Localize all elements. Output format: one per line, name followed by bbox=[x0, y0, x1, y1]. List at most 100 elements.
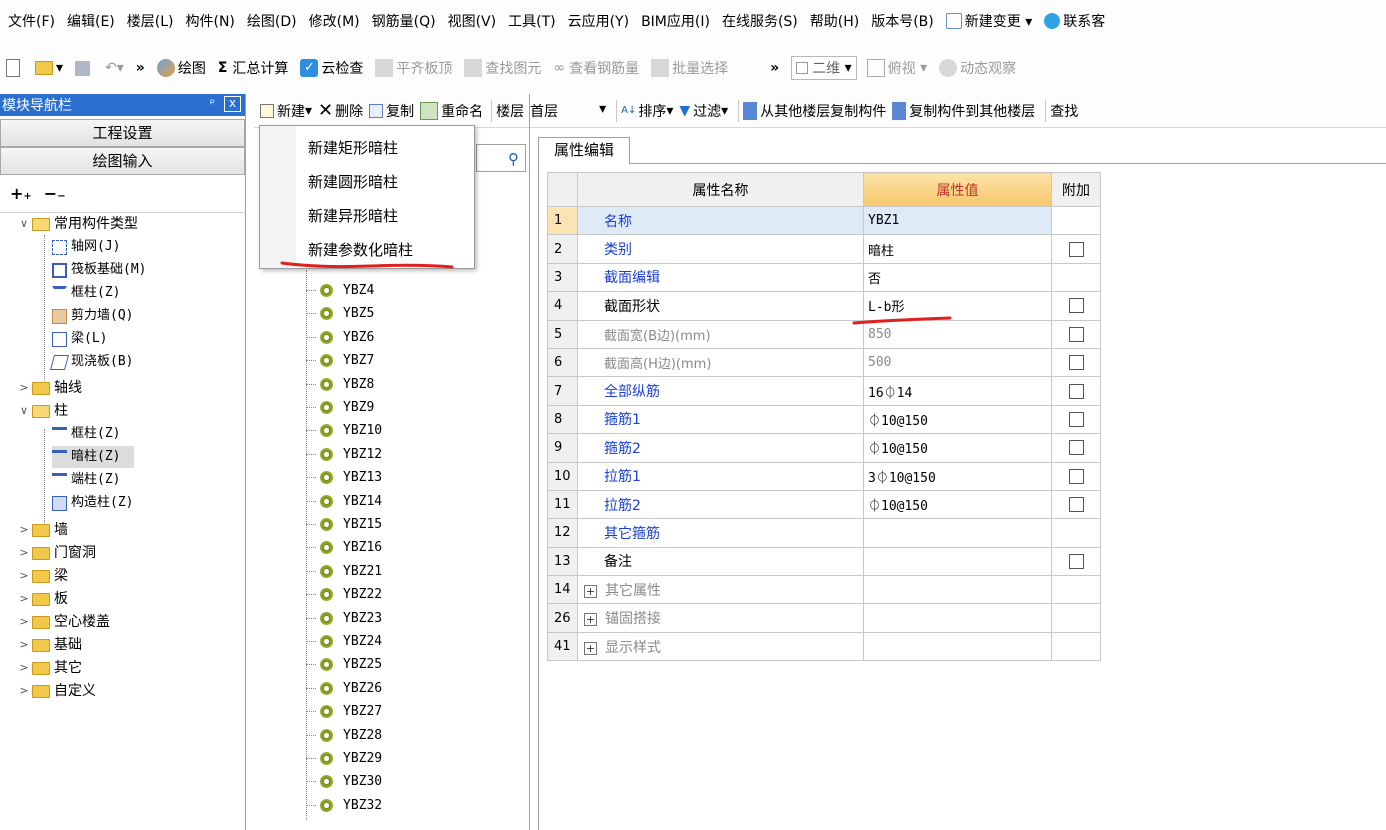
filter-button[interactable]: ▼ 过滤 ▾ bbox=[679, 101, 728, 121]
search-icon[interactable]: ⚲ bbox=[508, 150, 519, 168]
chevron-right-icon[interactable]: > bbox=[16, 377, 32, 399]
menu-cloud[interactable]: 云应用(Y) bbox=[568, 11, 629, 31]
new-file-button[interactable] bbox=[6, 59, 23, 77]
chevron-right-icon[interactable]: > bbox=[16, 611, 32, 633]
chevron-right-icon[interactable]: > bbox=[16, 634, 32, 656]
contact-menu[interactable]: 联系客 bbox=[1044, 11, 1105, 31]
chevron-right-icon[interactable]: > bbox=[16, 680, 32, 702]
extra-checkbox[interactable] bbox=[1068, 440, 1084, 456]
project-settings-button[interactable]: 工程设置 bbox=[0, 119, 245, 147]
property-row[interactable]: 11 拉筋2 ⏀10@150 bbox=[547, 489, 1101, 520]
tree-node-shear-wall[interactable]: 剪力墙(Q) bbox=[52, 305, 133, 327]
component-list-item[interactable]: YBZ8 bbox=[306, 373, 374, 396]
sort-button[interactable]: A↓ 排序 ▾ bbox=[621, 101, 673, 121]
component-search-input[interactable]: ⚲ bbox=[476, 144, 526, 172]
property-value-cell[interactable] bbox=[863, 631, 1052, 662]
component-list-item[interactable]: YBZ16 bbox=[306, 536, 382, 559]
save-button[interactable] bbox=[75, 60, 93, 76]
extra-checkbox[interactable] bbox=[1068, 383, 1084, 399]
component-list-item[interactable]: YBZ4 bbox=[306, 279, 374, 302]
component-list-item[interactable]: YBZ14 bbox=[306, 490, 382, 513]
property-row[interactable]: 14 + 其它属性 bbox=[547, 575, 1101, 605]
view-rebar-button[interactable]: ∞ 查看钢筋量 bbox=[553, 58, 639, 78]
tree-node-door-window[interactable]: > 门窗洞 bbox=[16, 542, 96, 564]
component-list-item[interactable]: YBZ22 bbox=[306, 583, 382, 606]
property-value-cell[interactable] bbox=[863, 575, 1052, 605]
property-value-cell[interactable]: ⏀10@150 bbox=[863, 489, 1052, 520]
menu-rebar[interactable]: 钢筋量(Q) bbox=[372, 11, 436, 31]
component-list-item[interactable]: YBZ24 bbox=[306, 630, 382, 653]
component-list-item[interactable]: YBZ30 bbox=[306, 770, 382, 793]
chevron-right-icon[interactable]: > bbox=[16, 542, 32, 564]
collapse-all-icon[interactable]: −− bbox=[44, 184, 66, 203]
component-list-item[interactable]: YBZ9 bbox=[306, 396, 374, 419]
property-row[interactable]: 2 类别 暗柱 bbox=[547, 234, 1101, 264]
chevron-right-icon[interactable]: > bbox=[16, 588, 32, 610]
tree-node-common-types[interactable]: ∨ 常用构件类型 bbox=[16, 213, 138, 235]
property-row[interactable]: 6 截面高(H边)(mm) 500 bbox=[547, 347, 1101, 378]
summary-calc-button[interactable]: Σ 汇总计算 bbox=[218, 58, 289, 78]
menu-floor[interactable]: 楼层(L) bbox=[127, 11, 174, 31]
top-view-button[interactable]: 俯视 ▾ bbox=[866, 58, 927, 78]
menu-online[interactable]: 在线服务(S) bbox=[722, 11, 798, 31]
toolbar-overflow-2[interactable]: » bbox=[770, 60, 779, 76]
find-element-button[interactable]: 查找图元 bbox=[464, 58, 541, 78]
draw-button[interactable]: 绘图 bbox=[156, 58, 206, 78]
component-list-item[interactable]: YBZ12 bbox=[306, 443, 382, 466]
new-rect-hidden-column-item[interactable]: 新建矩形暗柱 bbox=[308, 133, 398, 163]
new-shaped-hidden-column-item[interactable]: 新建异形暗柱 bbox=[308, 201, 398, 231]
floor-select[interactable]: 首层 ▾ bbox=[530, 101, 606, 121]
expand-plus-icon[interactable]: + bbox=[584, 613, 597, 627]
extra-checkbox[interactable] bbox=[1068, 355, 1084, 371]
property-value-cell[interactable] bbox=[863, 546, 1052, 577]
property-value-cell[interactable]: 3⏀10@150 bbox=[863, 461, 1052, 491]
property-value-cell[interactable] bbox=[863, 518, 1052, 548]
expand-plus-icon[interactable]: + bbox=[584, 641, 597, 655]
tree-node-col-end[interactable]: 端柱(Z) bbox=[52, 469, 120, 491]
undo-button[interactable]: ↶ ▾ bbox=[105, 60, 124, 76]
extra-checkbox[interactable] bbox=[1068, 326, 1084, 342]
component-list-item[interactable]: YBZ15 bbox=[306, 513, 382, 536]
property-row[interactable]: 5 截面宽(B边)(mm) 850 bbox=[547, 319, 1101, 349]
component-list-item[interactable]: YBZ13 bbox=[306, 466, 382, 489]
tree-node-col-hidden[interactable]: 暗柱(Z) bbox=[52, 446, 135, 468]
menu-help[interactable]: 帮助(H) bbox=[810, 11, 859, 31]
property-row[interactable]: 41 + 显示样式 bbox=[547, 631, 1101, 662]
chevron-right-icon[interactable]: > bbox=[16, 565, 32, 587]
find-button[interactable]: 查找 bbox=[1050, 101, 1078, 121]
property-row[interactable]: 3 截面编辑 否 bbox=[547, 262, 1101, 293]
component-list-item[interactable]: YBZ21 bbox=[306, 560, 382, 583]
property-value-cell[interactable]: YBZ1 bbox=[863, 205, 1052, 236]
menu-bim[interactable]: BIM应用(I) bbox=[641, 11, 710, 31]
tree-node-beam-group[interactable]: > 梁 bbox=[16, 565, 68, 587]
copy-from-other-floor-button[interactable]: 从其他楼层复制构件 bbox=[743, 101, 886, 121]
property-row[interactable]: 12 其它箍筋 bbox=[547, 518, 1101, 548]
component-list-item[interactable]: YBZ32 bbox=[306, 794, 382, 817]
batch-select-button[interactable]: 批量选择 bbox=[651, 58, 728, 78]
component-list-item[interactable]: YBZ23 bbox=[306, 607, 382, 630]
open-file-button[interactable]: ▾ bbox=[35, 60, 63, 76]
extra-checkbox[interactable] bbox=[1068, 241, 1084, 257]
tree-node-col-struct[interactable]: 构造柱(Z) bbox=[52, 492, 133, 514]
extra-checkbox[interactable] bbox=[1068, 411, 1084, 427]
menu-view[interactable]: 视图(V) bbox=[448, 11, 497, 31]
tree-node-wall[interactable]: > 墙 bbox=[16, 519, 68, 541]
menu-component[interactable]: 构件(N) bbox=[186, 11, 235, 31]
component-list-item[interactable]: YBZ29 bbox=[306, 747, 382, 770]
tree-node-hollow-floor[interactable]: > 空心楼盖 bbox=[16, 611, 110, 633]
property-row[interactable]: 9 箍筋2 ⏀10@150 bbox=[547, 433, 1101, 463]
toolbar-overflow-1[interactable]: » bbox=[136, 60, 145, 76]
copy-to-other-floor-button[interactable]: 复制构件到其他楼层 bbox=[892, 101, 1035, 121]
property-row[interactable]: 1 名称 YBZ1 bbox=[547, 205, 1101, 236]
tree-node-other[interactable]: > 其它 bbox=[16, 657, 82, 679]
component-list-item[interactable]: YBZ28 bbox=[306, 724, 382, 747]
property-value-cell[interactable]: ⏀10@150 bbox=[863, 433, 1052, 463]
component-list-item[interactable]: YBZ7 bbox=[306, 349, 374, 372]
view-mode-select[interactable]: 二维 ▾ bbox=[791, 56, 857, 80]
menu-edit[interactable]: 编辑(E) bbox=[67, 11, 115, 31]
chevron-right-icon[interactable]: > bbox=[16, 657, 32, 679]
property-value-cell[interactable]: 暗柱 bbox=[863, 234, 1052, 264]
tree-node-foundation[interactable]: > 基础 bbox=[16, 634, 82, 656]
menu-tools[interactable]: 工具(T) bbox=[508, 11, 555, 31]
property-value-cell[interactable]: 16⏀14 bbox=[863, 376, 1052, 406]
